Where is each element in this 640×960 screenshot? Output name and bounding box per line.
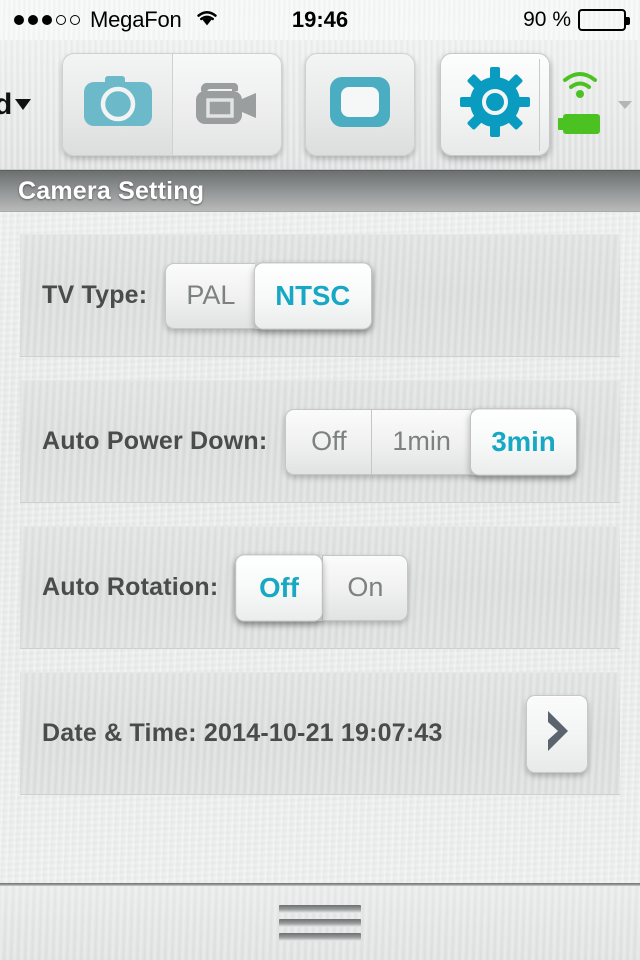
frame-icon bbox=[327, 74, 393, 135]
camera-icon bbox=[80, 72, 156, 137]
segmented-control-auto-rotation: Off On bbox=[235, 553, 409, 622]
tab-playback-mode[interactable] bbox=[305, 53, 415, 156]
battery-icon bbox=[558, 112, 602, 141]
tab-photo-mode[interactable] bbox=[62, 53, 172, 156]
caret-down-icon[interactable] bbox=[618, 100, 632, 109]
signal-strength-dots bbox=[14, 15, 80, 25]
wifi-icon bbox=[194, 7, 220, 33]
battery-icon bbox=[578, 9, 630, 31]
page-title: Camera Setting bbox=[18, 176, 205, 205]
toolbar-left-dropdown[interactable]: d bbox=[0, 87, 32, 122]
signal-dot-4 bbox=[56, 15, 66, 25]
segment-off[interactable]: Off bbox=[235, 553, 324, 622]
segmented-control-auto-power-down: Off 1min 3min bbox=[285, 407, 578, 476]
date-time-navigate-button[interactable] bbox=[526, 694, 588, 773]
segment-3min[interactable]: 3min bbox=[469, 407, 578, 476]
setting-row-auto-rotation: Auto Rotation: Off On bbox=[20, 526, 620, 649]
playback-mode-group bbox=[305, 53, 415, 156]
chevron-right-icon bbox=[541, 708, 573, 759]
segment-ntsc[interactable]: NTSC bbox=[254, 261, 372, 330]
status-bar: MegaFon 19:46 90 % bbox=[0, 0, 640, 40]
signal-dot-1 bbox=[14, 15, 24, 25]
setting-row-tv-type: TV Type: PAL NTSC bbox=[20, 234, 620, 357]
tab-settings-mode[interactable] bbox=[440, 53, 550, 156]
device-screen: MegaFon 19:46 90 % d Camera Setting TV T… bbox=[0, 0, 640, 960]
settings-mode-group bbox=[440, 53, 550, 156]
tab-video-mode[interactable] bbox=[172, 53, 282, 156]
hamburger-menu-icon[interactable] bbox=[279, 905, 361, 941]
settings-list: TV Type: PAL NTSC Auto Power Down: Off 1… bbox=[0, 212, 640, 867]
signal-dot-2 bbox=[28, 15, 38, 25]
setting-label-auto-rotation: Auto Rotation: bbox=[42, 573, 219, 601]
carrier-label: MegaFon bbox=[90, 7, 182, 32]
caret-down-icon bbox=[15, 99, 32, 110]
segment-off[interactable]: Off bbox=[285, 408, 372, 475]
gear-icon bbox=[459, 66, 531, 143]
setting-label-date-time: Date & Time: 2014-10-21 19:07:43 bbox=[42, 719, 443, 747]
toolbar-status-group bbox=[539, 58, 632, 151]
setting-row-date-time[interactable]: Date & Time: 2014-10-21 19:07:43 bbox=[20, 672, 620, 795]
setting-label-auto-power-down: Auto Power Down: bbox=[42, 427, 268, 455]
signal-dot-3 bbox=[42, 15, 52, 25]
segment-pal[interactable]: PAL bbox=[165, 262, 256, 329]
wifi-signal-icon bbox=[559, 69, 601, 104]
battery-percent-label: 90 % bbox=[523, 8, 571, 31]
status-bar-left: MegaFon bbox=[14, 7, 220, 33]
capture-mode-group bbox=[62, 53, 282, 156]
page-title-bar: Camera Setting bbox=[0, 170, 640, 212]
mode-toolbar: d bbox=[0, 40, 640, 170]
segmented-control-tv-type: PAL NTSC bbox=[165, 261, 372, 330]
segment-on[interactable]: On bbox=[322, 554, 409, 621]
status-bar-right: 90 % bbox=[523, 8, 630, 32]
toolbar-left-label: d bbox=[0, 87, 13, 121]
setting-label-tv-type: TV Type: bbox=[42, 281, 148, 309]
video-camera-icon bbox=[188, 73, 266, 136]
signal-dot-5 bbox=[70, 15, 80, 25]
segment-1min[interactable]: 1min bbox=[371, 408, 471, 475]
bottom-bar bbox=[0, 886, 640, 960]
setting-row-auto-power-down: Auto Power Down: Off 1min 3min bbox=[20, 380, 620, 503]
